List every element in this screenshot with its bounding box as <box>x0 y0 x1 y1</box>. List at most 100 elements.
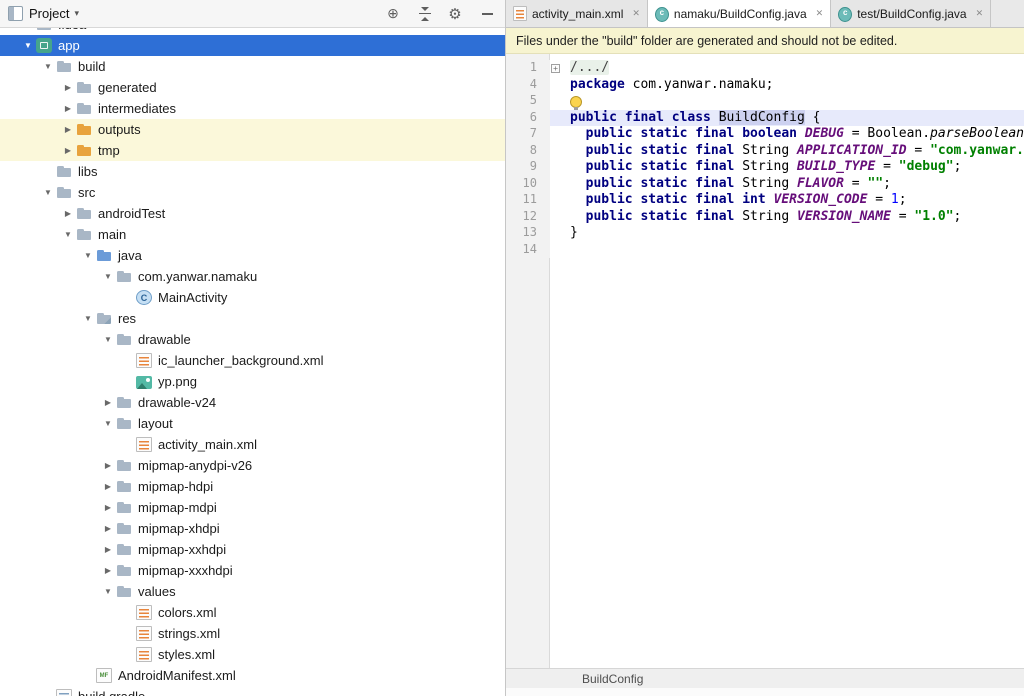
editor[interactable]: 1+/.../4package com.yanwar.namaku;56publ… <box>506 54 1024 668</box>
tab-test-buildconfig-java[interactable]: test/BuildConfig.java✕ <box>831 0 991 27</box>
folder-res-icon <box>96 311 112 327</box>
tree-item-build[interactable]: ▼build <box>0 56 505 77</box>
code-line[interactable]: 9 public static final String BUILD_TYPE … <box>506 159 1024 176</box>
chevron-collapsed-icon[interactable]: ▶ <box>100 398 116 407</box>
tree-item-colors-xml[interactable]: colors.xml <box>0 602 505 623</box>
tab-close-icon[interactable]: ✕ <box>632 8 640 19</box>
chevron-collapsed-icon[interactable]: ▶ <box>100 545 116 554</box>
gutter-line-number[interactable]: 1 <box>506 60 550 77</box>
tree-item-com-yanwar-namaku[interactable]: ▼com.yanwar.namaku <box>0 266 505 287</box>
tab-activity-main-xml[interactable]: activity_main.xml✕ <box>506 0 648 27</box>
tree-item-styles-xml[interactable]: styles.xml <box>0 644 505 665</box>
code-line[interactable]: 1+/.../ <box>506 60 1024 77</box>
tree-item-outputs[interactable]: ▶outputs <box>0 119 505 140</box>
settings-gear-icon[interactable]: ⚙ <box>446 5 464 23</box>
code-line[interactable]: 6public final class BuildConfig { <box>506 110 1024 127</box>
tree-item-ic-launcher-background-xml[interactable]: ic_launcher_background.xml <box>0 350 505 371</box>
tree-item-mipmap-xhdpi[interactable]: ▶mipmap-xhdpi <box>0 518 505 539</box>
tree-item-mainactivity[interactable]: MainActivity <box>0 287 505 308</box>
tree-item-androidmanifest-xml[interactable]: AndroidManifest.xml <box>0 665 505 686</box>
tree-item-label: app <box>58 35 80 56</box>
tree-item-yp-png[interactable]: yp.png <box>0 371 505 392</box>
chevron-expanded-icon[interactable]: ▼ <box>40 62 56 71</box>
gutter-line-number[interactable]: 9 <box>506 159 550 176</box>
tree-item-androidtest[interactable]: ▶androidTest <box>0 203 505 224</box>
gutter-line-number[interactable]: 6 <box>506 110 550 127</box>
tab-namaku-buildconfig-java[interactable]: namaku/BuildConfig.java✕ <box>648 0 831 27</box>
breadcrumb-item[interactable]: BuildConfig <box>582 672 643 686</box>
gutter-line-number[interactable]: 4 <box>506 77 550 94</box>
hide-panel-icon[interactable] <box>482 13 493 15</box>
gutter-line-number[interactable]: 13 <box>506 225 550 242</box>
gutter-line-number[interactable]: 12 <box>506 209 550 226</box>
chevron-collapsed-icon[interactable]: ▶ <box>60 83 76 92</box>
code-line[interactable]: 11 public static final int VERSION_CODE … <box>506 192 1024 209</box>
code-line[interactable]: 13} <box>506 225 1024 242</box>
tree-item-build-gradle[interactable]: build.gradle <box>0 686 505 696</box>
chevron-collapsed-icon[interactable]: ▶ <box>100 503 116 512</box>
code-line[interactable]: 10 public static final String FLAVOR = "… <box>506 176 1024 193</box>
gutter-line-number[interactable]: 7 <box>506 126 550 143</box>
gutter-line-number[interactable]: 8 <box>506 143 550 160</box>
tree-item-app[interactable]: ▼ app <box>0 35 505 56</box>
tree-item-java[interactable]: ▼java <box>0 245 505 266</box>
gutter-line-number[interactable]: 5 <box>506 93 550 110</box>
code-token <box>711 110 719 125</box>
tree-item-res[interactable]: ▼res <box>0 308 505 329</box>
chevron-expanded-icon[interactable]: ▼ <box>100 419 116 428</box>
code-line[interactable]: 7 public static final boolean DEBUG = Bo… <box>506 126 1024 143</box>
chevron-expanded-icon[interactable]: ▼ <box>60 230 76 239</box>
tree-item-mipmap-hdpi[interactable]: ▶mipmap-hdpi <box>0 476 505 497</box>
chevron-collapsed-icon[interactable]: ▶ <box>100 524 116 533</box>
tree-item-tmp[interactable]: ▶tmp <box>0 140 505 161</box>
code-line[interactable]: 4package com.yanwar.namaku; <box>506 77 1024 94</box>
tree-item-idea[interactable]: ▶.idea <box>0 28 505 35</box>
chevron-expanded-icon[interactable]: ▼ <box>40 188 56 197</box>
chevron-collapsed-icon[interactable]: ▶ <box>60 125 76 134</box>
chevron-expanded-icon[interactable]: ▼ <box>100 272 116 281</box>
gutter-line-number[interactable]: 10 <box>506 176 550 193</box>
tree-item-mipmap-anydpi-v26[interactable]: ▶mipmap-anydpi-v26 <box>0 455 505 476</box>
chevron-collapsed-icon[interactable]: ▶ <box>20 28 36 29</box>
tree-item-strings-xml[interactable]: strings.xml <box>0 623 505 644</box>
chevron-collapsed-icon[interactable]: ▶ <box>60 104 76 113</box>
intention-bulb-icon[interactable] <box>570 96 582 108</box>
tree-item-main[interactable]: ▼main <box>0 224 505 245</box>
tree-item-drawable-v24[interactable]: ▶drawable-v24 <box>0 392 505 413</box>
tree-item-mipmap-xxxhdpi[interactable]: ▶mipmap-xxxhdpi <box>0 560 505 581</box>
chevron-collapsed-icon[interactable]: ▶ <box>60 209 76 218</box>
fold-marker-icon[interactable]: + <box>551 64 560 73</box>
tree-item-src[interactable]: ▼src <box>0 182 505 203</box>
chevron-expanded-icon[interactable]: ▼ <box>100 587 116 596</box>
code-line[interactable]: 8 public static final String APPLICATION… <box>506 143 1024 160</box>
gutter-line-number[interactable]: 11 <box>506 192 550 209</box>
code-token <box>570 126 586 141</box>
code-line[interactable]: 12 public static final String VERSION_NA… <box>506 209 1024 226</box>
code-line[interactable]: 14 <box>506 242 1024 259</box>
chevron-collapsed-icon[interactable]: ▶ <box>100 482 116 491</box>
code-line[interactable]: 5 <box>506 93 1024 110</box>
tree-item-values[interactable]: ▼values <box>0 581 505 602</box>
chevron-expanded-icon[interactable]: ▼ <box>80 251 96 260</box>
tree-item-mipmap-mdpi[interactable]: ▶mipmap-mdpi <box>0 497 505 518</box>
tree-item-layout[interactable]: ▼layout <box>0 413 505 434</box>
tree-item-drawable[interactable]: ▼drawable <box>0 329 505 350</box>
project-tool-window: Project ▾ ⊕ ⚙ ▶.idea▼app▼build▶generated… <box>0 0 506 696</box>
tab-close-icon[interactable]: ✕ <box>816 8 824 19</box>
tree-item-generated[interactable]: ▶generated <box>0 77 505 98</box>
chevron-expanded-icon[interactable]: ▼ <box>80 314 96 323</box>
chevron-collapsed-icon[interactable]: ▶ <box>100 461 116 470</box>
chevron-collapsed-icon[interactable]: ▶ <box>100 566 116 575</box>
tree-item-mipmap-xxhdpi[interactable]: ▶mipmap-xxhdpi <box>0 539 505 560</box>
locate-file-icon[interactable]: ⊕ <box>384 5 402 22</box>
chevron-collapsed-icon[interactable]: ▶ <box>60 146 76 155</box>
chevron-expanded-icon[interactable]: ▼ <box>20 41 36 50</box>
tree-item-libs[interactable]: libs <box>0 161 505 182</box>
chevron-expanded-icon[interactable]: ▼ <box>100 335 116 344</box>
project-view-selector[interactable]: Project ▾ <box>29 6 79 21</box>
gutter-line-number[interactable]: 14 <box>506 242 550 259</box>
collapse-all-icon[interactable] <box>418 7 432 21</box>
tree-item-intermediates[interactable]: ▶intermediates <box>0 98 505 119</box>
tree-item-activity-main-xml[interactable]: activity_main.xml <box>0 434 505 455</box>
tab-close-icon[interactable]: ✕ <box>976 8 984 19</box>
